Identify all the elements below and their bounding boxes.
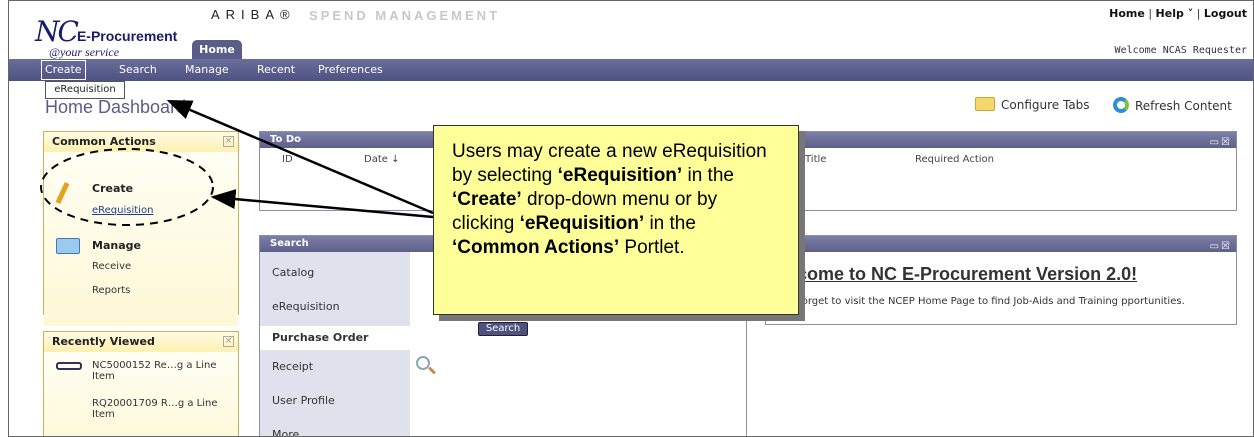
ereq-link[interactable]: eRequisition [92, 205, 153, 216]
instruction-callout: Users may create a new eRequisition by s… [433, 125, 799, 315]
callout-text: Portlet. [619, 237, 685, 258]
page-title: Home Dashboard [45, 97, 187, 117]
col-id[interactable]: ID [282, 154, 293, 165]
search-receipt[interactable]: Receipt [272, 360, 313, 373]
callout-text: in the [682, 165, 734, 186]
main-nav-bar: Create Search Manage Recent Preferences [9, 59, 1253, 81]
callout-text: in the [644, 213, 696, 234]
search-purchase-order[interactable]: Purchase Order [260, 326, 410, 350]
col-title[interactable]: Title [805, 154, 826, 165]
spend-management-brand: SPEND MANAGEMENT [309, 8, 501, 23]
receive-link[interactable]: Receive [92, 261, 131, 272]
refresh-content-button[interactable]: Refresh Content [1113, 97, 1232, 113]
ariba-brand: ARIBA® [211, 7, 296, 22]
nav-manage[interactable]: Manage [185, 59, 229, 81]
search-title: Search [270, 238, 309, 249]
common-actions-portlet: Common Actions × Create eRequisition Man… [43, 131, 239, 326]
recent-item[interactable]: RQ20001709 R…g a Line Item [92, 398, 222, 420]
recent-item[interactable]: NC5000152 Re…g a Line Item [92, 360, 222, 382]
top-links: Home | Help ˅ | Logout [1109, 7, 1247, 20]
help-link[interactable]: Help ˅ [1156, 7, 1194, 20]
welcome-message: Welcome NCAS Requester [1114, 45, 1247, 56]
search-ereq[interactable]: eRequisition [272, 300, 340, 313]
callout-bold: ‘Common Actions’ [452, 237, 620, 258]
folder-icon [975, 97, 995, 111]
create-dropdown-ereq[interactable]: eRequisition [45, 81, 125, 99]
magnifier-icon[interactable] [416, 356, 430, 370]
folder-icon [56, 238, 80, 254]
news-portlet: ews ▭☒ elcome to NC E-Procurement Versio… [765, 235, 1237, 325]
nav-create[interactable]: Create [41, 60, 86, 80]
close-icon[interactable]: × [223, 136, 234, 147]
create-label: Create [92, 182, 134, 195]
news-headline[interactable]: elcome to NC E-Procurement Version 2.0! [782, 264, 1137, 285]
configure-tabs-button[interactable]: Configure Tabs [975, 97, 1090, 112]
nc-eprocurement-logo: NCE-Procurement @your service [35, 15, 179, 61]
nav-search[interactable]: Search [119, 59, 157, 81]
recently-viewed-body: NC5000152 Re…g a Line Item RQ20001709 R…… [44, 352, 238, 436]
search-more[interactable]: More... [272, 428, 310, 436]
logo-eprocurement: E-Procurement [76, 28, 178, 44]
search-catalog[interactable]: Catalog [272, 266, 314, 279]
todo-title: To Do [270, 134, 302, 145]
separator: | [1148, 7, 1153, 20]
recently-viewed-header: Recently Viewed × [44, 332, 238, 352]
separator: | [1196, 7, 1201, 20]
logout-link[interactable]: Logout [1204, 7, 1247, 20]
configure-tabs-label: Configure Tabs [1001, 98, 1090, 112]
recently-viewed-title: Recently Viewed [52, 335, 155, 348]
recently-viewed-portlet: Recently Viewed × NC5000152 Re…g a Line … [43, 331, 239, 436]
nav-recent[interactable]: Recent [257, 59, 295, 81]
common-actions-title: Common Actions [52, 135, 156, 148]
callout-bold: ‘eRequisition’ [519, 213, 645, 234]
refresh-icon [1113, 97, 1129, 113]
common-actions-header: Common Actions × [44, 132, 238, 152]
manage-label: Manage [92, 239, 141, 252]
refresh-content-label: Refresh Content [1135, 99, 1232, 113]
col-date[interactable]: Date ↓ [364, 154, 399, 165]
window-controls-icon[interactable]: ▭☒ [1210, 135, 1232, 151]
logo-nc: NC [35, 15, 79, 48]
search-type-list: Catalog eRequisition Purchase Order Rece… [260, 252, 410, 436]
search-user-profile[interactable]: User Profile [272, 394, 335, 407]
pencil-icon [55, 181, 70, 205]
news-text: n't forget to visit the NCEP Home Page t… [782, 296, 1185, 307]
glasses-icon [56, 362, 82, 370]
col-required-action[interactable]: Required Action [915, 154, 994, 165]
app-window: NCE-Procurement @your service ARIBA® SPE… [8, 0, 1254, 437]
nav-preferences[interactable]: Preferences [318, 59, 383, 81]
close-icon[interactable]: × [223, 336, 234, 347]
reports-link[interactable]: Reports [92, 285, 130, 296]
news-header: ews ▭☒ [766, 236, 1236, 252]
common-actions-body: Create eRequisition Manage Receive Repor… [44, 152, 238, 326]
callout-bold: ‘Create’ [452, 189, 522, 210]
search-button[interactable]: Search [478, 322, 528, 336]
tab-home[interactable]: Home [192, 40, 242, 60]
window-controls-icon[interactable]: ▭☒ [1210, 239, 1232, 255]
callout-bold: ‘eRequisition’ [557, 165, 683, 186]
home-link[interactable]: Home [1109, 7, 1145, 20]
